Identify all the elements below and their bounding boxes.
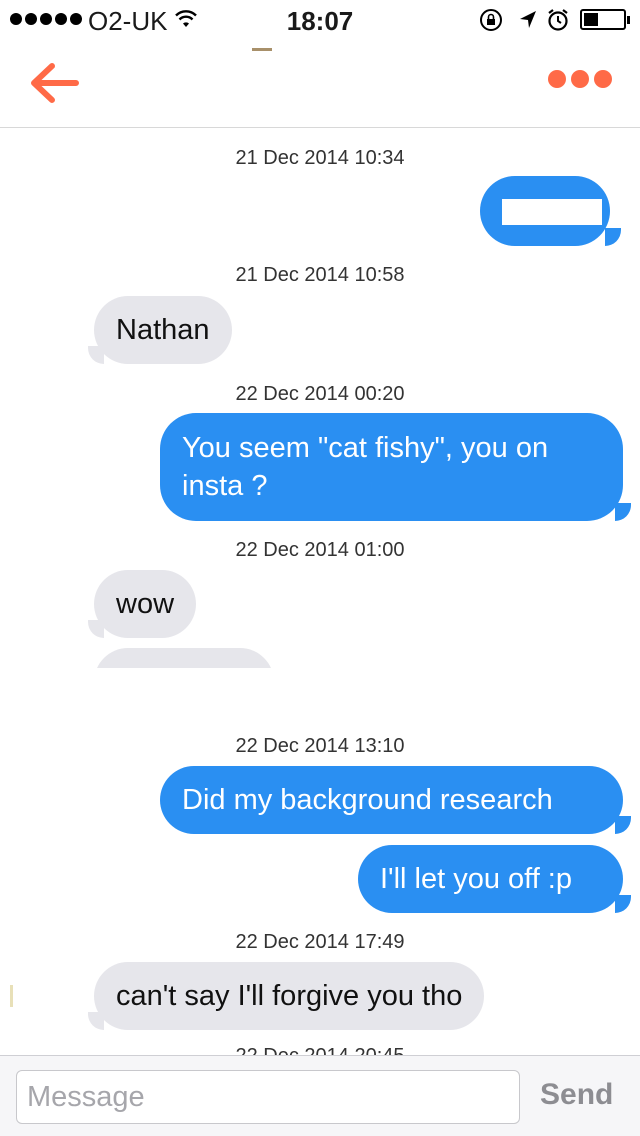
rotation-lock-icon <box>480 9 502 31</box>
location-icon <box>520 11 536 28</box>
message-input[interactable] <box>16 1070 520 1124</box>
timestamp: 22 Dec 2014 01:00 <box>235 539 405 561</box>
outgoing-message-bubble[interactable] <box>480 176 610 246</box>
more-dots-icon <box>548 70 566 88</box>
back-button[interactable] <box>28 58 82 108</box>
message-text: wow <box>116 588 175 620</box>
message-text: can't say I'll forgive you tho <box>116 980 463 1012</box>
clock: 18:07 <box>286 6 354 36</box>
message-text: Nathan <box>116 314 210 346</box>
message-text: Did my background research <box>182 784 553 816</box>
outgoing-message-bubble[interactable]: Did my background research <box>160 766 623 834</box>
battery-icon <box>580 9 630 30</box>
incoming-message-bubble[interactable]: Nathan <box>94 296 232 364</box>
avatar <box>252 48 272 51</box>
status-bar: O2-UK 18:07 <box>0 0 640 40</box>
arrow-left-icon <box>31 63 79 103</box>
alarm-icon <box>548 9 568 31</box>
outgoing-message-bubble[interactable]: You seem "cat fishy", you on insta ? <box>160 413 623 521</box>
timestamp: 22 Dec 2014 17:49 <box>235 931 405 953</box>
more-options-button[interactable] <box>548 70 614 94</box>
incoming-message-bubble-cropped <box>94 648 274 668</box>
outgoing-message-bubble[interactable]: I'll let you off :p <box>358 845 623 913</box>
message-text: You seem "cat fishy", you on insta ? <box>182 432 549 502</box>
message-text: I'll let you off :p <box>380 863 572 895</box>
message-compose-bar: Send <box>0 1055 640 1136</box>
incoming-message-bubble[interactable]: can't say I'll forgive you tho <box>94 962 485 1030</box>
incoming-message-bubble[interactable]: wow <box>94 570 197 638</box>
timestamp: 22 Dec 2014 00:20 <box>235 383 405 405</box>
redacted-text <box>502 199 602 225</box>
timestamp: 22 Dec 2014 13:10 <box>235 735 405 757</box>
timestamp-cropped: 22 Dec 2014 20:45 <box>0 1046 640 1055</box>
send-button[interactable]: Send <box>540 1078 613 1112</box>
timestamp: 21 Dec 2014 10:58 <box>235 264 405 286</box>
timestamp: 21 Dec 2014 10:34 <box>235 147 405 169</box>
nav-bar <box>0 40 640 128</box>
avatar <box>10 985 13 1007</box>
